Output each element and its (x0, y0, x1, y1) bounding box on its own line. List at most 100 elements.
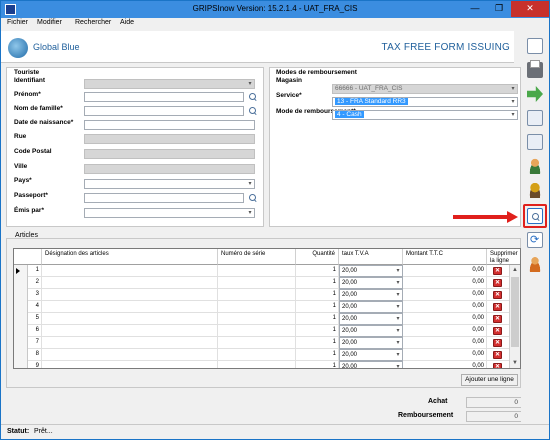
grid-scrollbar[interactable]: ▲ ▼ (509, 265, 520, 368)
quantity-cell[interactable]: 1 (296, 265, 339, 277)
designation-cell[interactable] (42, 301, 218, 313)
col-tva[interactable]: taux T.V.A (339, 249, 403, 265)
serie-cell[interactable] (218, 325, 296, 337)
serie-cell[interactable] (218, 301, 296, 313)
table-row[interactable]: 2 1 20,00 ▾ 0,00 ✕ (14, 277, 510, 289)
row-selector[interactable] (14, 325, 28, 337)
refresh-icon[interactable] (527, 232, 543, 248)
col-designation[interactable]: Désignation des articles (42, 249, 218, 265)
delete-row-icon[interactable]: ✕ (493, 279, 502, 287)
serie-cell[interactable] (218, 313, 296, 325)
quantity-cell[interactable]: 1 (296, 349, 339, 361)
scroll-up-icon[interactable]: ▲ (510, 265, 520, 275)
tva-select[interactable]: 20,00 ▾ (339, 349, 403, 361)
table-row[interactable]: 8 1 20,00 ▾ 0,00 ✕ (14, 349, 510, 361)
col-quantite[interactable]: Quantité (296, 249, 339, 265)
new-document-icon[interactable] (527, 38, 543, 54)
people-icon[interactable] (527, 158, 543, 174)
amount-cell[interactable]: 0,00 (403, 277, 487, 289)
minimize-button[interactable]: — (463, 1, 487, 17)
nom-search-icon[interactable] (249, 107, 257, 115)
coins-icon[interactable] (527, 182, 543, 198)
col-montant[interactable]: Montant T.T.C (403, 249, 487, 265)
amount-cell[interactable]: 0,00 (403, 313, 487, 325)
amount-cell[interactable]: 0,00 (403, 301, 487, 313)
table-row[interactable]: 7 1 20,00 ▾ 0,00 ✕ (14, 337, 510, 349)
close-button[interactable]: ✕ (511, 1, 549, 17)
amount-cell[interactable]: 0,00 (403, 337, 487, 349)
quantity-cell[interactable]: 1 (296, 325, 339, 337)
quantity-cell[interactable]: 1 (296, 301, 339, 313)
menu-rechercher[interactable]: Rechercher (75, 19, 111, 26)
col-supprimer[interactable]: Supprimer la ligne (487, 249, 520, 265)
nom-input[interactable] (84, 106, 244, 116)
menu-aide[interactable]: Aide (120, 19, 134, 26)
quantity-cell[interactable]: 1 (296, 277, 339, 289)
serie-cell[interactable] (218, 361, 296, 368)
row-selector[interactable] (14, 313, 28, 325)
delete-row-icon[interactable]: ✕ (493, 267, 502, 275)
serie-cell[interactable] (218, 337, 296, 349)
scroll-down-icon[interactable]: ▼ (510, 358, 520, 368)
menu-modifier[interactable]: Modifier (37, 19, 62, 26)
tva-select[interactable]: 20,00 ▾ (339, 337, 403, 349)
table-row[interactable]: 3 1 20,00 ▾ 0,00 ✕ (14, 289, 510, 301)
serie-cell[interactable] (218, 277, 296, 289)
delete-row-icon[interactable]: ✕ (493, 291, 502, 299)
designation-cell[interactable] (42, 277, 218, 289)
table-row[interactable]: 5 1 20,00 ▾ 0,00 ✕ (14, 313, 510, 325)
delete-row-icon[interactable]: ✕ (493, 351, 502, 359)
scroll-thumb[interactable] (511, 277, 519, 347)
tva-select[interactable]: 20,00 ▾ (339, 277, 403, 289)
tva-select[interactable]: 20,00 ▾ (339, 325, 403, 337)
delete-row-icon[interactable]: ✕ (493, 339, 502, 347)
serie-cell[interactable] (218, 349, 296, 361)
amount-cell[interactable]: 0,00 (403, 349, 487, 361)
delete-row-icon[interactable]: ✕ (493, 315, 502, 323)
delete-row-icon[interactable]: ✕ (493, 303, 502, 311)
amount-cell[interactable]: 0,00 (403, 289, 487, 301)
col-serie[interactable]: Numéro de série (218, 249, 296, 265)
delete-row-icon[interactable]: ✕ (493, 363, 502, 368)
serie-cell[interactable] (218, 265, 296, 277)
passeport-search-icon[interactable] (249, 194, 257, 202)
passeport-input[interactable] (84, 193, 244, 203)
amount-cell[interactable]: 0,00 (403, 325, 487, 337)
maximize-button[interactable]: ❐ (487, 1, 511, 17)
row-selector[interactable] (14, 301, 28, 313)
amount-cell[interactable]: 0,00 (403, 361, 487, 368)
designation-cell[interactable] (42, 361, 218, 368)
row-selector[interactable] (14, 289, 28, 301)
designation-cell[interactable] (42, 349, 218, 361)
designation-cell[interactable] (42, 337, 218, 349)
delete-row-icon[interactable]: ✕ (493, 327, 502, 335)
prenom-search-icon[interactable] (249, 93, 257, 101)
table-row[interactable]: 4 1 20,00 ▾ 0,00 ✕ (14, 301, 510, 313)
document-icon[interactable] (527, 134, 543, 150)
add-line-button[interactable]: Ajouter une ligne (461, 374, 518, 386)
row-selector[interactable] (14, 349, 28, 361)
prenom-input[interactable] (84, 92, 244, 102)
tva-select[interactable]: 20,00 ▾ (339, 265, 403, 277)
forward-icon[interactable] (527, 86, 543, 102)
row-selector[interactable] (14, 337, 28, 349)
designation-cell[interactable] (42, 313, 218, 325)
table-row[interactable]: 6 1 20,00 ▾ 0,00 ✕ (14, 325, 510, 337)
emis-par-select[interactable]: ▾ (84, 208, 255, 218)
designation-cell[interactable] (42, 325, 218, 337)
designation-cell[interactable] (42, 289, 218, 301)
pays-select[interactable]: ▾ (84, 179, 255, 189)
service-select[interactable]: 13 - FRA Standard RR3 ▾ (332, 97, 518, 107)
quantity-cell[interactable]: 1 (296, 361, 339, 368)
row-selector[interactable] (14, 361, 28, 368)
quantity-cell[interactable]: 1 (296, 313, 339, 325)
table-row[interactable]: 1 1 20,00 ▾ 0,00 ✕ (14, 265, 510, 277)
designation-cell[interactable] (42, 265, 218, 277)
row-selector[interactable] (14, 265, 28, 277)
tva-select[interactable]: 20,00 ▾ (339, 361, 403, 368)
table-row[interactable]: 9 1 20,00 ▾ 0,00 ✕ (14, 361, 510, 368)
tva-select[interactable]: 20,00 ▾ (339, 313, 403, 325)
row-selector[interactable] (14, 277, 28, 289)
tva-select[interactable]: 20,00 ▾ (339, 301, 403, 313)
mode-select[interactable]: 4 - Cash ▾ (332, 110, 518, 120)
